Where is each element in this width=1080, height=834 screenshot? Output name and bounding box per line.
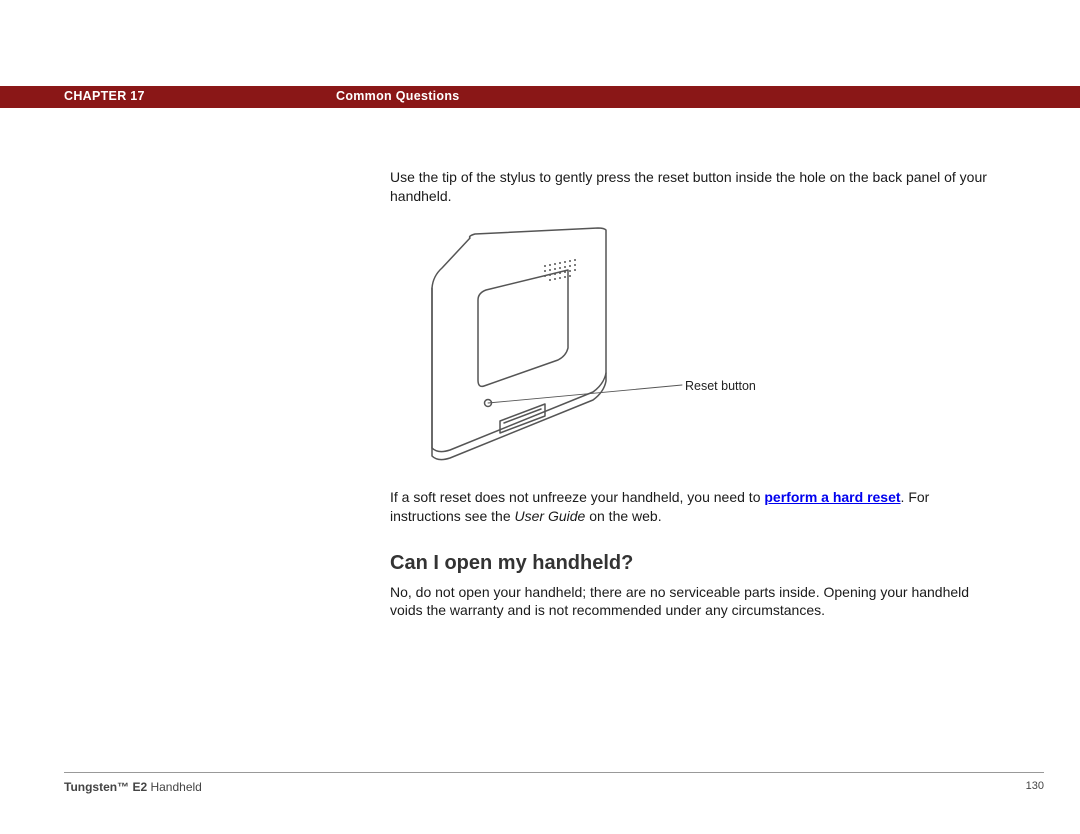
hard-reset-paragraph: If a soft reset does not unfreeze your h… bbox=[390, 488, 992, 526]
handheld-illustration bbox=[390, 218, 790, 478]
text-fragment: If a soft reset does not unfreeze your h… bbox=[390, 489, 764, 505]
content-column: Use the tip of the stylus to gently pres… bbox=[390, 168, 992, 632]
intro-paragraph: Use the tip of the stylus to gently pres… bbox=[390, 168, 992, 206]
reset-button-callout: Reset button bbox=[685, 378, 756, 395]
reset-figure: Reset button bbox=[390, 218, 992, 468]
footer-brand-rest: Handheld bbox=[147, 780, 202, 794]
page: CHAPTER 17 Common Questions Use the tip … bbox=[0, 0, 1080, 834]
perform-hard-reset-link[interactable]: perform a hard reset bbox=[764, 489, 900, 505]
chapter-title: Common Questions bbox=[336, 89, 460, 103]
page-number: 130 bbox=[1026, 780, 1044, 792]
user-guide-ref: User Guide bbox=[515, 508, 586, 524]
section-heading-open-handheld: Can I open my handheld? bbox=[390, 550, 992, 577]
footer-rule bbox=[64, 772, 1044, 773]
footer-product-name: Tungsten™ E2 Handheld bbox=[64, 780, 202, 794]
chapter-header-bar: CHAPTER 17 Common Questions bbox=[0, 86, 1080, 108]
chapter-label: CHAPTER 17 bbox=[64, 89, 145, 103]
open-handheld-paragraph: No, do not open your handheld; there are… bbox=[390, 583, 992, 621]
text-fragment: on the web. bbox=[585, 508, 661, 524]
footer-brand: Tungsten™ E2 bbox=[64, 780, 147, 794]
